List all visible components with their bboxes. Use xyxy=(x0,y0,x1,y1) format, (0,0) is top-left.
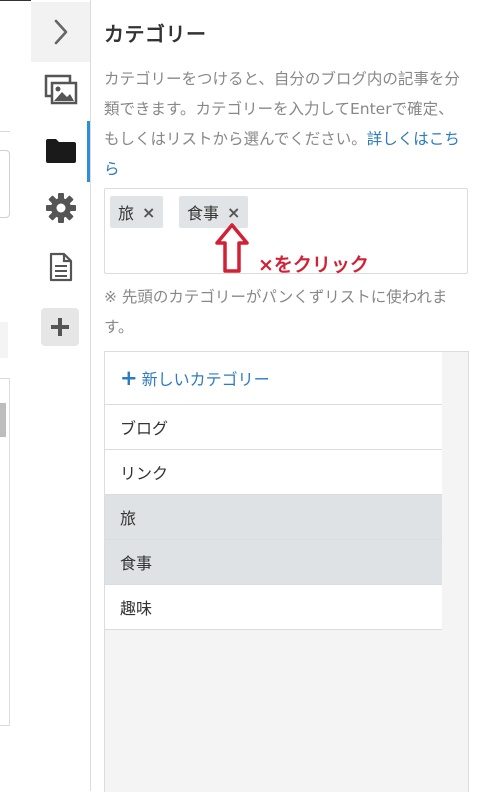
editor-divider xyxy=(0,131,10,132)
sidebar-item-document[interactable] xyxy=(31,247,90,287)
editor-area-edge xyxy=(0,0,31,791)
category-tag: 旅 × xyxy=(110,196,164,228)
new-category-label: 新しいカテゴリー xyxy=(141,370,270,389)
list-item[interactable]: 食事 xyxy=(105,540,442,585)
list-scrollbar[interactable] xyxy=(442,352,468,792)
tag-remove-icon[interactable]: × xyxy=(227,203,240,222)
category-list-items: + 新しいカテゴリー ブログ リンク 旅 食事 趣味 xyxy=(105,352,442,630)
panel-description: カテゴリーをつけると、自分のブログ内の記事を分類できます。カテゴリーを入力してE… xyxy=(104,64,466,184)
sidebar-item-categories[interactable] xyxy=(31,131,90,171)
sidebar-toggle-button[interactable] xyxy=(31,2,90,62)
tag-remove-icon[interactable]: × xyxy=(142,203,155,222)
list-item[interactable]: ブログ xyxy=(105,405,442,450)
editor-title-field-edge[interactable] xyxy=(0,150,10,218)
chevron-right-icon xyxy=(54,19,67,45)
new-category-button[interactable]: + 新しいカテゴリー xyxy=(105,352,442,405)
folder-icon xyxy=(45,139,76,163)
list-item[interactable]: 趣味 xyxy=(105,585,442,630)
panel-title: カテゴリー xyxy=(104,22,207,46)
new-category-plus-icon: + xyxy=(120,365,138,390)
editor-toolbar-edge xyxy=(0,322,8,358)
list-item[interactable]: リンク xyxy=(105,450,442,495)
category-panel: カテゴリー カテゴリーをつけると、自分のブログ内の記事を分類できます。カテゴリー… xyxy=(91,0,480,792)
plus-icon xyxy=(51,318,69,336)
document-icon xyxy=(49,252,72,282)
annotation-text: ×をクリック xyxy=(258,254,369,276)
category-list[interactable]: + 新しいカテゴリー ブログ リンク 旅 食事 趣味 xyxy=(104,351,469,792)
sidebar-item-images[interactable] xyxy=(31,70,90,110)
tag-label: 食事 xyxy=(187,204,220,223)
gear-icon xyxy=(45,193,76,223)
sidebar-icon-column xyxy=(31,0,91,791)
sidebar-add-button[interactable] xyxy=(41,308,79,346)
list-item[interactable]: 旅 xyxy=(105,495,442,540)
editor-scrollbar-edge[interactable] xyxy=(0,403,6,437)
tag-label: 旅 xyxy=(118,204,135,223)
breadcrumb-note: ※ 先頭のカテゴリーがパンくずリストに使われます。 xyxy=(104,288,448,336)
sidebar-item-settings[interactable] xyxy=(31,188,90,228)
image-icon xyxy=(44,74,77,105)
annotation-up-arrow-icon xyxy=(215,223,249,273)
